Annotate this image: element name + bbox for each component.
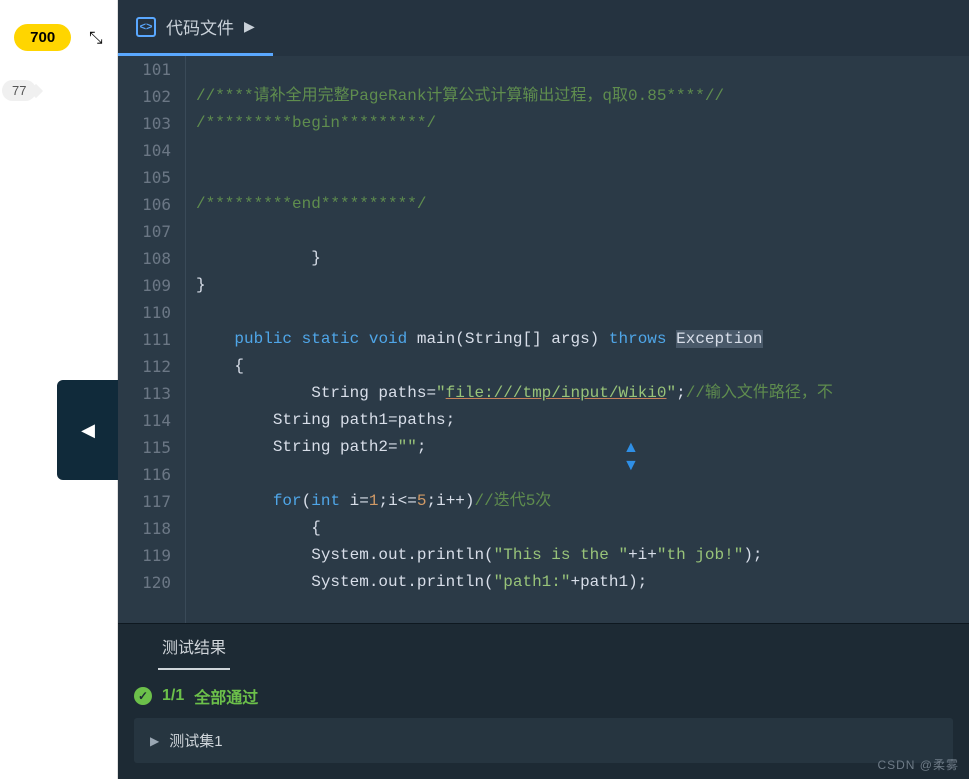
code-area[interactable]: //****请补全用完整PageRank计算公式计算输出过程，q取0.85***… xyxy=(186,56,969,623)
line-number: 111 xyxy=(118,326,171,353)
code-editor[interactable]: 1011021031041051061071081091101111121131… xyxy=(118,56,969,623)
line-number: 108 xyxy=(118,245,171,272)
line-number: 103 xyxy=(118,110,171,137)
all-pass-text: 全部通过 xyxy=(194,684,258,708)
count-bubble[interactable]: 77 xyxy=(2,80,36,101)
sidebar-header: 700 ⤢ xyxy=(0,0,117,76)
line-number: 106 xyxy=(118,191,171,218)
code-icon: <> xyxy=(136,17,156,37)
line-number: 115 xyxy=(118,434,171,461)
watermark-text: CSDN @柔雾 xyxy=(877,756,959,773)
test-set-label: 测试集1 xyxy=(169,730,222,751)
line-number: 110 xyxy=(118,299,171,326)
tab-code-file[interactable]: <> 代码文件 ▶ xyxy=(118,0,273,56)
code-line[interactable]: { xyxy=(196,515,969,542)
chevron-left-icon: ◀ xyxy=(81,420,95,441)
left-sidebar: 700 ⤢ 77 ◀ xyxy=(0,0,118,779)
score-text: 1/1 xyxy=(162,687,184,705)
line-number: 116 xyxy=(118,461,171,488)
line-gutter: 1011021031041051061071081091101111121131… xyxy=(118,56,186,623)
code-line[interactable]: String path2=""; xyxy=(196,434,969,461)
results-tabs: 测试结果 xyxy=(118,624,969,670)
check-circle-icon: ✓ xyxy=(134,687,152,705)
code-line[interactable] xyxy=(196,164,969,191)
code-line[interactable] xyxy=(196,137,969,164)
code-line[interactable]: String path1=paths; xyxy=(196,407,969,434)
results-panel: 测试结果 ✓ 1/1 全部通过 ▶ 测试集1 xyxy=(118,623,969,779)
line-number: 118 xyxy=(118,515,171,542)
line-number: 119 xyxy=(118,542,171,569)
code-line[interactable]: for(int i=1;i<=5;i++)//迭代5次 xyxy=(196,488,969,515)
line-number: 101 xyxy=(118,56,171,83)
code-line[interactable]: System.out.println("path1:"+path1); xyxy=(196,569,969,596)
code-line[interactable] xyxy=(196,461,969,488)
line-number: 113 xyxy=(118,380,171,407)
line-number: 102 xyxy=(118,83,171,110)
code-line[interactable]: System.out.println("This is the "+i+"th … xyxy=(196,542,969,569)
line-number: 114 xyxy=(118,407,171,434)
code-line[interactable] xyxy=(196,56,969,83)
line-number: 109 xyxy=(118,272,171,299)
test-set-1[interactable]: ▶ 测试集1 xyxy=(134,718,953,763)
tab-bar: <> 代码文件 ▶ xyxy=(118,0,969,56)
line-number: 112 xyxy=(118,353,171,380)
line-number: 120 xyxy=(118,569,171,596)
code-line[interactable] xyxy=(196,218,969,245)
results-summary: ✓ 1/1 全部通过 xyxy=(118,670,969,718)
line-number: 105 xyxy=(118,164,171,191)
time-pill[interactable]: 700 xyxy=(14,24,71,51)
line-number: 117 xyxy=(118,488,171,515)
expand-icon[interactable]: ⤢ xyxy=(88,31,105,45)
code-line[interactable]: //****请补全用完整PageRank计算公式计算输出过程，q取0.85***… xyxy=(196,83,969,110)
tab-test-results[interactable]: 测试结果 xyxy=(158,624,230,670)
code-line[interactable]: /*********end**********/ xyxy=(196,191,969,218)
code-line[interactable]: String paths="file:///tmp/input/Wiki0";/… xyxy=(196,380,969,407)
line-number: 104 xyxy=(118,137,171,164)
code-line[interactable]: } xyxy=(196,245,969,272)
main-panel: <> 代码文件 ▶ 101102103104105106107108109110… xyxy=(118,0,969,779)
code-line[interactable]: /*********begin*********/ xyxy=(196,110,969,137)
collapse-handle[interactable]: ◀ xyxy=(57,380,119,480)
code-line[interactable]: } xyxy=(196,272,969,299)
code-line[interactable]: { xyxy=(196,353,969,380)
tab-label: 代码文件 xyxy=(166,14,234,39)
code-line[interactable] xyxy=(196,299,969,326)
play-icon: ▶ xyxy=(244,18,255,35)
triangle-right-icon: ▶ xyxy=(150,734,159,748)
code-line[interactable]: public static void main(String[] args) t… xyxy=(196,326,969,353)
line-number: 107 xyxy=(118,218,171,245)
